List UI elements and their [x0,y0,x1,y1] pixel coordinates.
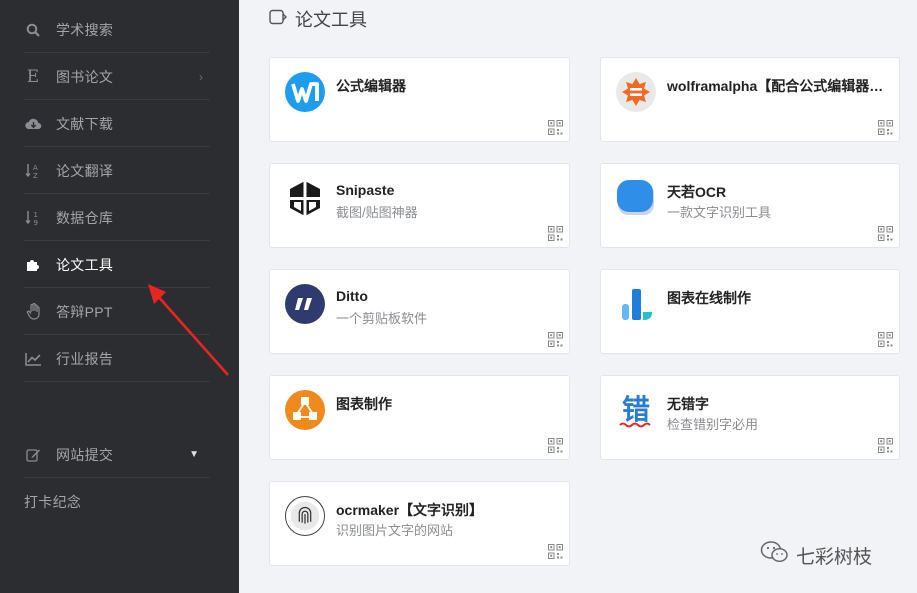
card-title: wolframalpha【配合公式编辑器… [667,78,884,94]
svg-text:9: 9 [34,219,38,226]
chevron-right-icon: › [199,69,203,84]
mathtype-logo [285,72,325,112]
puzzle-icon [24,256,42,274]
qrcode-icon[interactable] [878,438,893,453]
caret-down-icon: ▼ [189,449,199,460]
tool-card-ditto[interactable]: Ditto 一个剪贴板软件 [269,269,570,354]
main-content: 论文工具 公式编辑器 wolframalpha【配合公式编辑器… Snipast… [239,0,917,593]
divider [24,381,210,382]
card-title: Snipaste [336,182,395,198]
sidebar-item-label: 数据仓库 [56,209,114,226]
qrcode-icon[interactable] [548,226,563,241]
svg-text:错: 错 [622,393,650,426]
line-chart-icon [24,350,42,368]
sidebar-item-label: 打卡纪念 [24,493,82,510]
annotation-arrow [148,284,229,376]
watermark: 七彩树枝 [760,540,872,570]
card-desc: 截图/贴图神器 [336,205,418,220]
wolframalpha-logo [616,72,656,112]
qrcode-icon[interactable] [878,120,893,135]
cloud-download-icon [24,115,42,133]
card-title: 公式编辑器 [336,78,406,94]
svg-text:A: A [33,164,38,172]
wechat-icon [760,540,790,570]
card-desc: 一个剪贴板软件 [336,311,428,326]
snipaste-logo [285,178,325,218]
sidebar-item-label: 行业报告 [56,350,114,367]
sidebar-item-literature-download[interactable]: 文献下载 [0,100,239,147]
hand-icon [24,303,42,321]
tag-icon [269,9,287,30]
sidebar-item-label: 论文工具 [56,256,114,273]
sidebar: 学术搜索 E 图书论文 › 文献下载 AZ 论文翻译 19 数据仓库 论文工具 [0,0,239,593]
card-title: ocrmaker【文字识别】 [336,502,484,518]
svg-text:1: 1 [34,211,38,219]
page-title-text: 论文工具 [295,10,367,30]
sidebar-item-site-submit[interactable]: 网站提交 ▼ [0,431,239,478]
edit-icon [24,446,42,464]
wucuozi-logo: 错 [616,390,656,430]
tool-card-ocrmaker[interactable]: ocrmaker【文字识别】 识别图片文字的网站 [269,481,570,566]
tool-card-tianruo-ocr[interactable]: 天若OCR 一款文字识别工具 [600,163,900,248]
sidebar-item-data-warehouse[interactable]: 19 数据仓库 [0,194,239,241]
sidebar-item-label: 网站提交 [56,446,114,463]
page-title: 论文工具 [269,6,367,32]
sort-az-icon: AZ [24,162,42,180]
card-desc: 一款文字识别工具 [667,205,772,220]
ocrmaker-logo [285,496,325,536]
ditto-logo [285,284,325,324]
qrcode-icon[interactable] [548,120,563,135]
card-title: 天若OCR [667,184,727,200]
card-desc: 检查错别字必用 [667,417,759,432]
qrcode-icon[interactable] [878,226,893,241]
card-title: Ditto [336,288,368,304]
tool-card-formula-editor[interactable]: 公式编辑器 [269,57,570,142]
card-desc: 识别图片文字的网站 [336,523,454,538]
sidebar-item-paper-translation[interactable]: AZ 论文翻译 [0,147,239,194]
tool-card-chart-maker[interactable]: 图表制作 [269,375,570,460]
tool-card-wolframalpha[interactable]: wolframalpha【配合公式编辑器… [600,57,900,142]
tool-card-snipaste[interactable]: Snipaste 截图/贴图神器 [269,163,570,248]
qrcode-icon[interactable] [548,332,563,347]
card-title: 无错字 [667,396,709,412]
sidebar-item-checkin[interactable]: 打卡纪念 [0,478,239,525]
sort-numeric-icon: 19 [24,209,42,227]
sidebar-item-academic-search[interactable]: 学术搜索 [0,6,239,53]
sidebar-item-label: 学术搜索 [56,21,114,38]
card-title: 图表在线制作 [667,290,751,306]
sidebar-item-label: 文献下载 [56,115,114,132]
search-icon [24,21,42,39]
tool-card-chart-online[interactable]: 图表在线制作 [600,269,900,354]
letter-e-icon: E [26,66,40,87]
card-title: 图表制作 [336,396,392,412]
tool-card-wucuozi[interactable]: 错 无错字 检查错别字必用 [600,375,900,460]
svg-text:Z: Z [33,172,38,179]
watermark-text: 七彩树枝 [796,546,873,568]
qrcode-icon[interactable] [548,544,563,559]
chart-online-logo [616,284,656,324]
tianruo-ocr-logo [616,178,656,218]
chart-maker-logo [285,390,325,430]
qrcode-icon[interactable] [548,438,563,453]
qrcode-icon[interactable] [878,332,893,347]
sidebar-item-books-papers[interactable]: E 图书论文 › [0,53,239,100]
sidebar-item-label: 图书论文 [56,68,114,85]
sidebar-item-label: 论文翻译 [56,162,114,179]
sidebar-item-label: 答辩PPT [56,303,113,320]
